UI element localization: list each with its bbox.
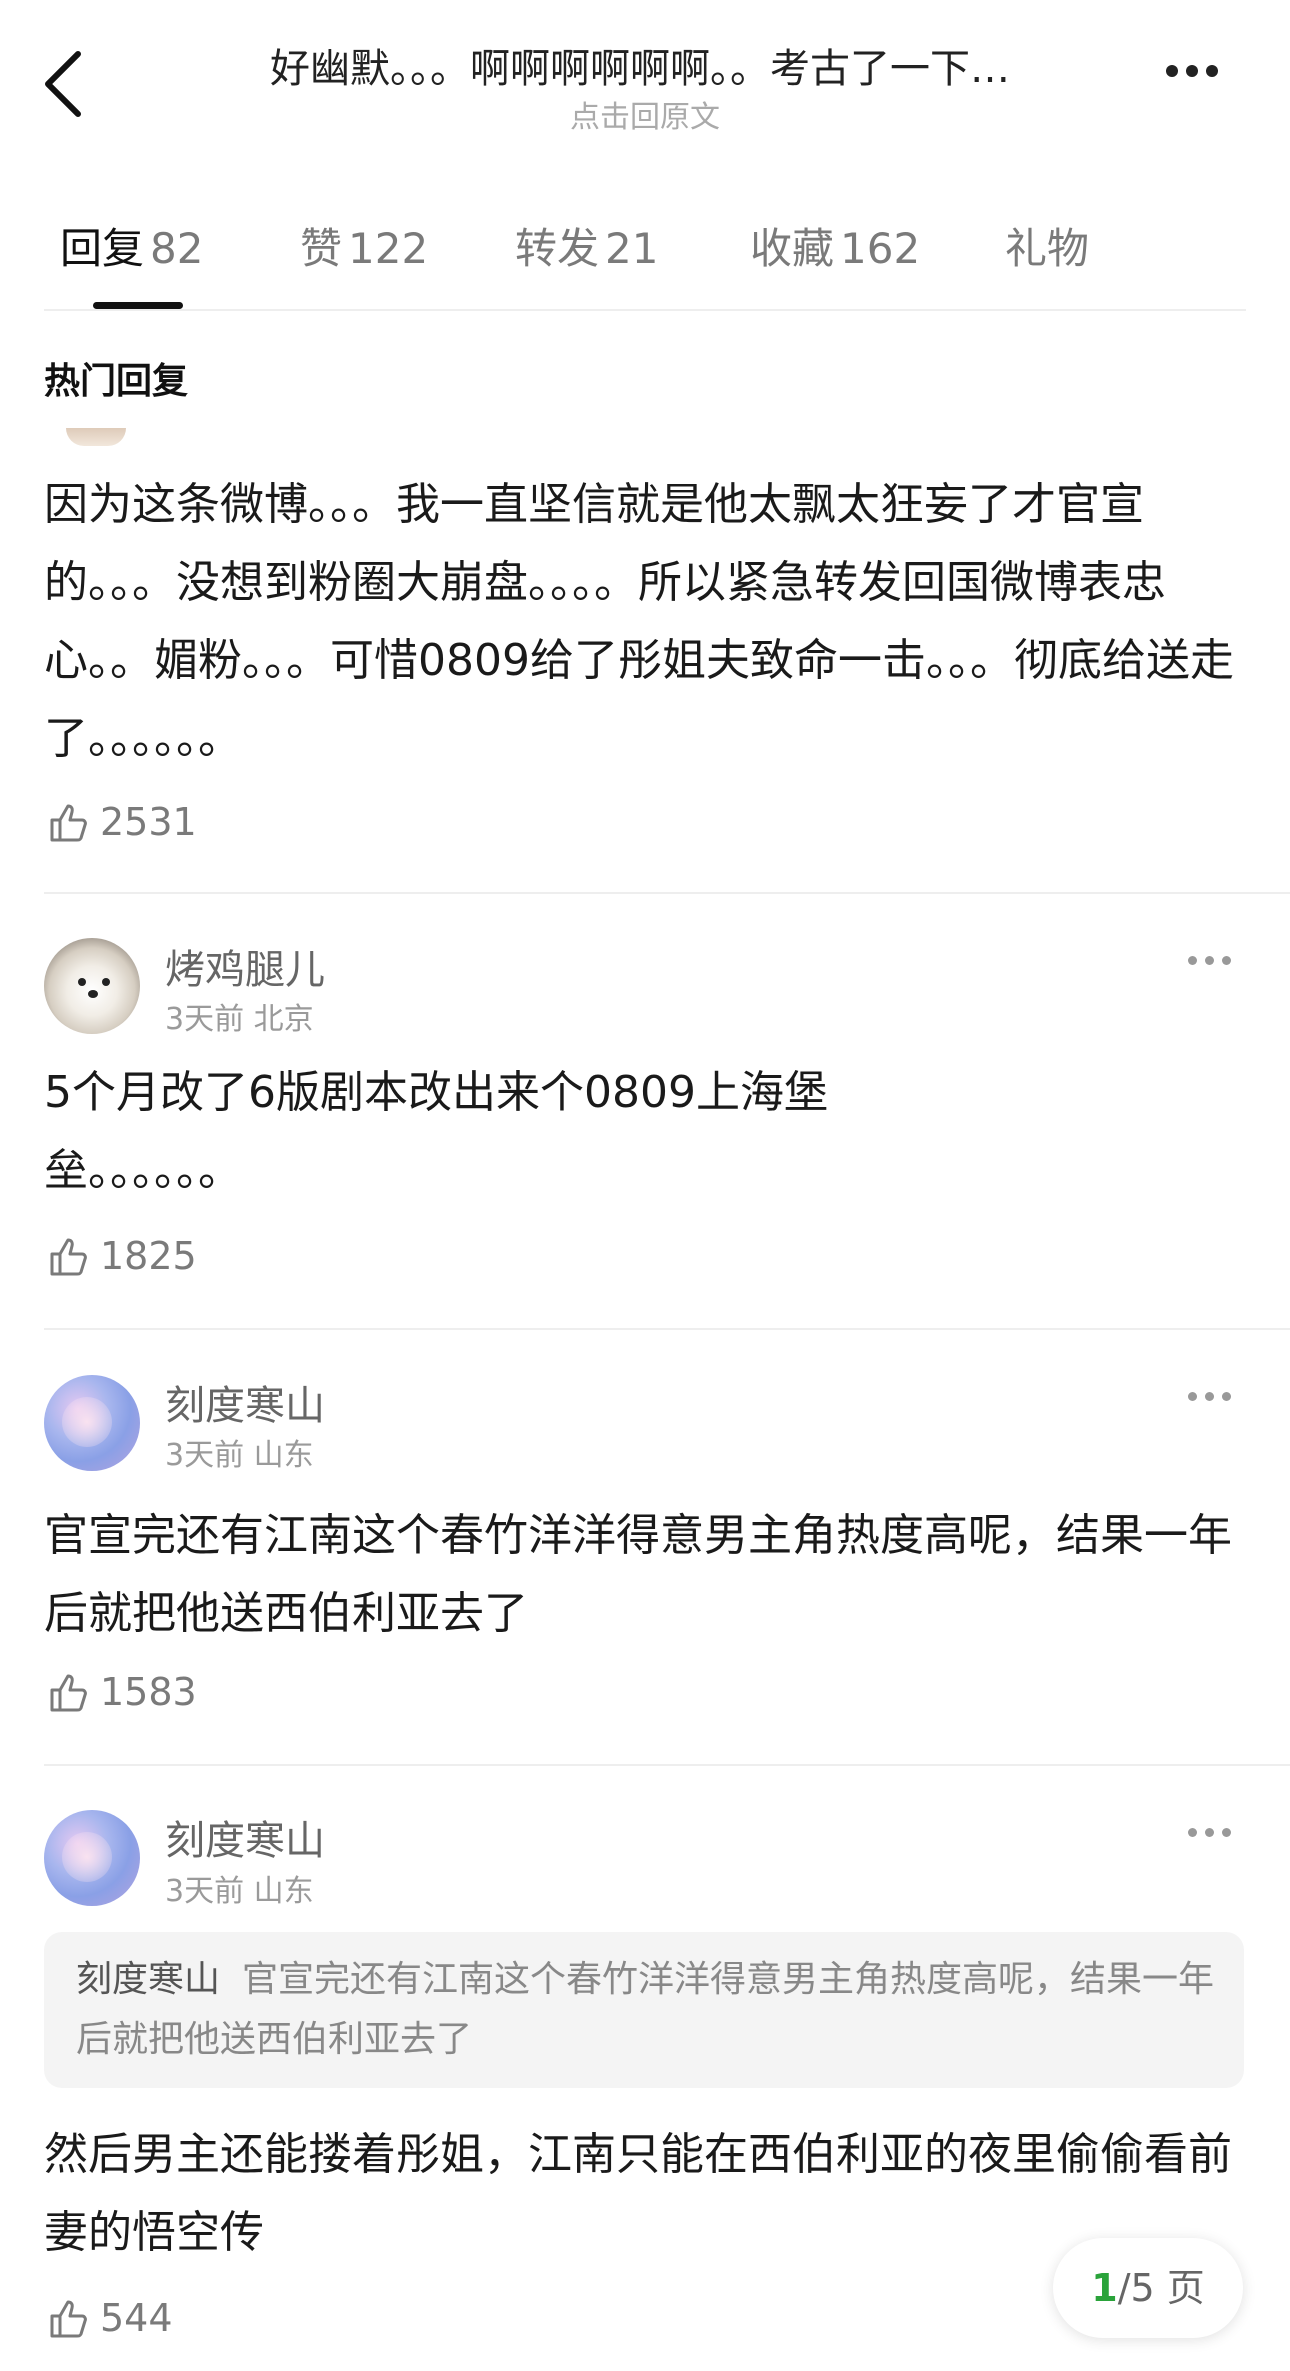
timestamp-location: 3天前 山东 bbox=[165, 1438, 314, 1473]
comment-more-icon[interactable] bbox=[1184, 1386, 1240, 1410]
like-button[interactable]: 2531 bbox=[44, 798, 197, 846]
like-button[interactable]: 1825 bbox=[44, 1232, 197, 1280]
quoted-username: 刻度寒山 bbox=[76, 1959, 221, 2000]
current-page: 1 bbox=[1091, 2266, 1118, 2310]
active-tab-indicator bbox=[93, 302, 183, 309]
username[interactable]: 刻度寒山 bbox=[165, 1808, 325, 1866]
avatar bbox=[66, 428, 126, 446]
timestamp-location: 3天前 山东 bbox=[165, 1874, 314, 1909]
back-to-original-link[interactable]: 点击回原文 bbox=[0, 92, 1290, 136]
post-title[interactable]: 好幽默。。。啊啊啊啊啊啊。。考古了一下… bbox=[170, 36, 1110, 94]
tab-bar: 回复 82 赞 122 转发 21 收藏 162 礼物 bbox=[0, 215, 1290, 310]
tab-replies-count: 82 bbox=[150, 224, 204, 273]
tab-likes-label: 赞 bbox=[300, 224, 343, 273]
like-count: 1825 bbox=[100, 1234, 197, 1278]
like-count: 1583 bbox=[100, 1670, 197, 1714]
thumbs-up-icon bbox=[50, 2300, 87, 2338]
tab-reposts-label: 转发 bbox=[515, 224, 600, 273]
tab-favorites-count: 162 bbox=[840, 224, 921, 273]
tab-likes-count: 122 bbox=[348, 224, 429, 273]
comment-text: 官宣完还有江南这个春竹洋洋得意男主角热度高呢，结果一年后就把他送西伯利亚去了 bbox=[44, 1510, 1232, 1639]
avatar[interactable] bbox=[44, 1375, 140, 1471]
page-total: /5 页 bbox=[1117, 2266, 1205, 2310]
quoted-reply-text: 刻度寒山 官宣完还有江南这个春竹洋洋得意男主角热度高呢，结果一年后就把他送西伯利亚… bbox=[76, 1950, 1216, 2070]
timestamp-location: 3天前 北京 bbox=[165, 1002, 314, 1037]
page-indicator[interactable]: 1/5 页 bbox=[1053, 2238, 1243, 2338]
quoted-content: 官宣完还有江南这个春竹洋洋得意男主角热度高呢，结果一年后就把他送西伯利亚去了 bbox=[76, 1959, 1215, 2060]
comment-text: 5个月改了6版剧本改出来个0809上海堡垒。。。。。。 bbox=[44, 1067, 828, 1196]
divider bbox=[44, 1328, 1290, 1330]
tab-favorites-label: 收藏 bbox=[750, 224, 835, 273]
like-count: 2531 bbox=[100, 800, 197, 844]
tab-replies[interactable]: 回复 82 bbox=[60, 215, 203, 276]
divider bbox=[44, 892, 1290, 894]
thumbs-up-icon bbox=[50, 1238, 87, 1276]
like-button[interactable]: 1583 bbox=[44, 1668, 197, 1716]
comment-more-icon[interactable] bbox=[1184, 1822, 1240, 1846]
username[interactable]: 烤鸡腿儿 bbox=[165, 937, 325, 995]
thumbs-up-icon bbox=[50, 804, 87, 842]
divider bbox=[44, 309, 1246, 311]
section-label: 热门回复 bbox=[44, 361, 189, 402]
more-options-icon[interactable] bbox=[1162, 62, 1232, 98]
tab-favorites[interactable]: 收藏 162 bbox=[750, 215, 920, 276]
username[interactable]: 刻度寒山 bbox=[165, 1373, 325, 1431]
tab-likes[interactable]: 赞 122 bbox=[300, 215, 428, 276]
avatar[interactable] bbox=[44, 938, 140, 1034]
tab-replies-label: 回复 bbox=[60, 224, 145, 273]
tab-gifts-label: 礼物 bbox=[1005, 224, 1090, 273]
like-button[interactable]: 544 bbox=[44, 2294, 173, 2342]
tab-reposts[interactable]: 转发 21 bbox=[515, 215, 658, 276]
avatar[interactable] bbox=[44, 1810, 140, 1906]
comment-text: 因为这条微博。。。我一直坚信就是他太飘太狂妄了才官宣的。。。没想到粉圈大崩盘。。… bbox=[44, 479, 1234, 764]
divider bbox=[44, 1764, 1290, 1766]
tab-reposts-count: 21 bbox=[605, 224, 659, 273]
thumbs-up-icon bbox=[50, 1674, 87, 1712]
top-bar: 好幽默。。。啊啊啊啊啊啊。。考古了一下… 点击回原文 bbox=[0, 0, 1290, 160]
comment-more-icon[interactable] bbox=[1184, 950, 1240, 974]
comment-text: 然后男主还能搂着彤姐，江南只能在西伯利亚的夜里偷偷看前妻的悟空传 bbox=[44, 2129, 1232, 2258]
like-count: 544 bbox=[100, 2296, 173, 2340]
tab-gifts[interactable]: 礼物 bbox=[1005, 215, 1095, 276]
quoted-reply[interactable]: 刻度寒山 官宣完还有江南这个春竹洋洋得意男主角热度高呢，结果一年后就把他送西伯利亚… bbox=[44, 1932, 1244, 2088]
